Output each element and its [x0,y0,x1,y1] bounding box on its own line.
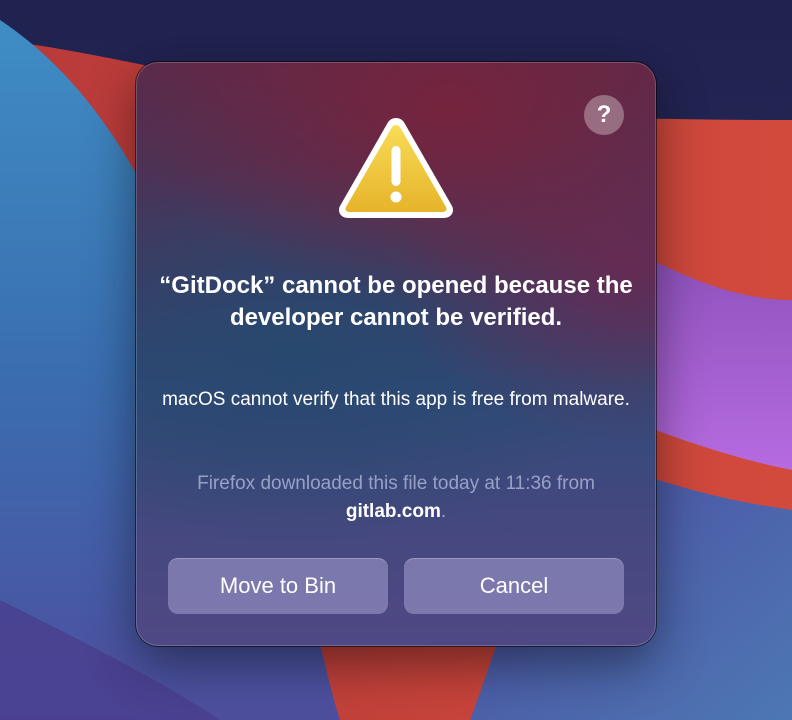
unverified-app-alert-dialog: ? “GitDock” cannot be opened because the… [136,62,656,646]
help-button[interactable]: ? [584,95,624,135]
download-source-text: Firefox downloaded this file today at 11… [197,473,595,494]
move-to-bin-button[interactable]: Move to Bin [168,558,388,614]
alert-message: macOS cannot verify that this app is fre… [162,389,630,410]
warning-triangle-icon [338,118,454,218]
download-source-period: . [440,501,447,522]
question-mark-icon: ? [596,101,612,128]
download-source-info: Firefox downloaded this file today at 11… [156,470,636,526]
download-source-host: gitlab.com [345,501,441,522]
cancel-button[interactable]: Cancel [404,558,624,614]
alert-title: “GitDock” cannot be opened because the d… [159,272,633,331]
